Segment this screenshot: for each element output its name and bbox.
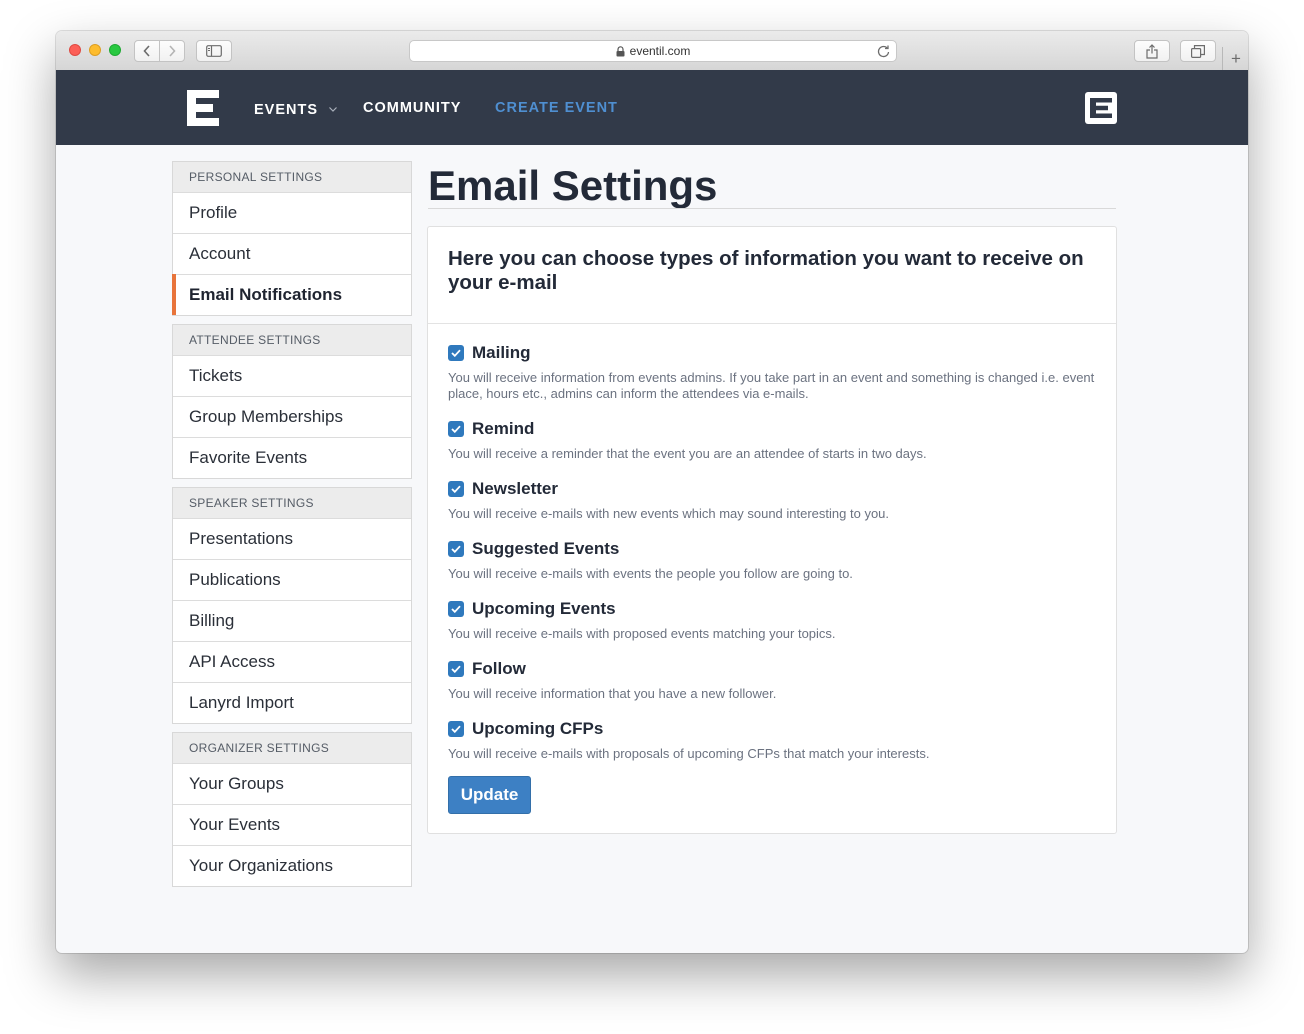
tabs-icon [1191,44,1205,58]
remind-checkbox[interactable] [448,421,464,437]
mailing-checkbox[interactable] [448,345,464,361]
sidebar-item-api-access[interactable]: API Access [173,641,411,682]
sidebar-icon [206,45,222,57]
sidebar-item-your-groups[interactable]: Your Groups [173,763,411,804]
follow-checkbox[interactable] [448,661,464,677]
sidebar-item-billing[interactable]: Billing [173,600,411,641]
follow-label[interactable]: Follow [472,659,526,679]
sidebar-toggle-button[interactable] [196,40,232,62]
newsletter-label[interactable]: Newsletter [472,479,558,499]
speaker-settings-header: SPEAKER SETTINGS [173,488,411,518]
newsletter-description: You will receive e-mails with new events… [448,506,890,521]
upcoming-cfps-checkbox[interactable] [448,721,464,737]
sidebar-item-presentations[interactable]: Presentations [173,518,411,559]
browser-toolbar: eventil.com + [56,31,1248,71]
sidebar-item-account[interactable]: Account [173,233,411,274]
personal-settings-group: PERSONAL SETTINGS Profile Account Email … [172,161,412,316]
checkmark-icon [451,425,461,433]
remind-description: You will receive a reminder that the eve… [448,446,927,461]
checkmark-icon [451,605,461,613]
sidebar-item-lanyrd-import[interactable]: Lanyrd Import [173,682,411,723]
suggested-events-label[interactable]: Suggested Events [472,539,619,559]
user-avatar[interactable] [1085,92,1117,124]
suggested-events-checkbox[interactable] [448,541,464,557]
minimize-window-button[interactable] [89,44,101,56]
address-url: eventil.com [629,44,691,58]
nav-create-event[interactable]: CREATE EVENT [495,99,618,117]
nav-events-label: EVENTS [254,102,319,118]
email-settings-panel: Here you can choose types of information… [427,226,1117,834]
newsletter-checkbox[interactable] [448,481,464,497]
new-tab-button[interactable]: + [1222,47,1248,70]
nav-events[interactable]: EVENTS [254,99,337,119]
back-button[interactable] [134,40,160,62]
update-button[interactable]: Update [448,776,531,814]
remind-label[interactable]: Remind [472,419,534,439]
sidebar-item-group-memberships[interactable]: Group Memberships [173,396,411,437]
panel-divider [428,323,1116,324]
mailing-description: You will receive information from events… [448,370,1095,401]
sidebar-item-your-events[interactable]: Your Events [173,804,411,845]
address-bar[interactable]: eventil.com [409,40,897,62]
page-title: Email Settings [428,162,718,209]
title-divider [428,208,1116,209]
sidebar-item-your-organizations[interactable]: Your Organizations [173,845,411,886]
suggested-events-description: You will receive e-mails with events the… [448,566,853,581]
tab-overview-button[interactable] [1180,40,1216,62]
mailing-label[interactable]: Mailing [472,343,531,363]
follow-description: You will receive information that you ha… [448,686,777,701]
share-icon [1146,43,1158,59]
chevron-left-icon [143,45,150,57]
browser-window: eventil.com + EVENTS COMMUNITY CREATE EV… [56,31,1248,953]
zoom-window-button[interactable] [109,44,121,56]
chevron-right-icon [169,45,176,57]
sidebar-item-tickets[interactable]: Tickets [173,355,411,396]
eventil-logo-icon [1090,98,1112,118]
settings-sidebar: PERSONAL SETTINGS Profile Account Email … [172,161,412,895]
option-upcoming-events: Upcoming Events You will receive e-mails… [448,599,1098,642]
checkmark-icon [451,349,461,357]
sidebar-item-profile[interactable]: Profile [173,192,411,233]
site-header: EVENTS COMMUNITY CREATE EVENT [56,70,1248,145]
forward-button[interactable] [159,40,185,62]
upcoming-events-label[interactable]: Upcoming Events [472,599,616,619]
option-mailing: Mailing You will receive information fro… [448,343,1098,402]
option-upcoming-cfps: Upcoming CFPs You will receive e-mails w… [448,719,1098,762]
lock-icon [616,45,625,57]
attendee-settings-header: ATTENDEE SETTINGS [173,325,411,355]
attendee-settings-group: ATTENDEE SETTINGS Tickets Group Membersh… [172,324,412,479]
upcoming-cfps-label[interactable]: Upcoming CFPs [472,719,603,739]
checkmark-icon [451,485,461,493]
organizer-settings-header: ORGANIZER SETTINGS [173,733,411,763]
organizer-settings-group: ORGANIZER SETTINGS Your Groups Your Even… [172,732,412,887]
upcoming-cfps-description: You will receive e-mails with proposals … [448,746,930,761]
upcoming-events-description: You will receive e-mails with proposed e… [448,626,836,641]
share-button[interactable] [1134,40,1170,62]
personal-settings-header: PERSONAL SETTINGS [173,162,411,192]
checkmark-icon [451,725,461,733]
sidebar-item-publications[interactable]: Publications [173,559,411,600]
eventil-logo[interactable] [187,90,219,126]
option-remind: Remind You will receive a reminder that … [448,419,1098,462]
panel-intro: Here you can choose types of information… [448,247,1084,294]
chevron-down-icon [329,99,337,117]
upcoming-events-checkbox[interactable] [448,601,464,617]
reload-icon[interactable] [877,44,890,61]
sidebar-item-favorite-events[interactable]: Favorite Events [173,437,411,478]
nav-community[interactable]: COMMUNITY [363,99,461,117]
checkmark-icon [451,545,461,553]
speaker-settings-group: SPEAKER SETTINGS Presentations Publicati… [172,487,412,724]
plus-icon: + [1231,48,1241,68]
option-newsletter: Newsletter You will receive e-mails with… [448,479,1098,522]
option-follow: Follow You will receive information that… [448,659,1098,702]
option-suggested-events: Suggested Events You will receive e-mail… [448,539,1098,582]
close-window-button[interactable] [69,44,81,56]
checkmark-icon [451,665,461,673]
sidebar-item-email-notifications[interactable]: Email Notifications [172,274,411,315]
